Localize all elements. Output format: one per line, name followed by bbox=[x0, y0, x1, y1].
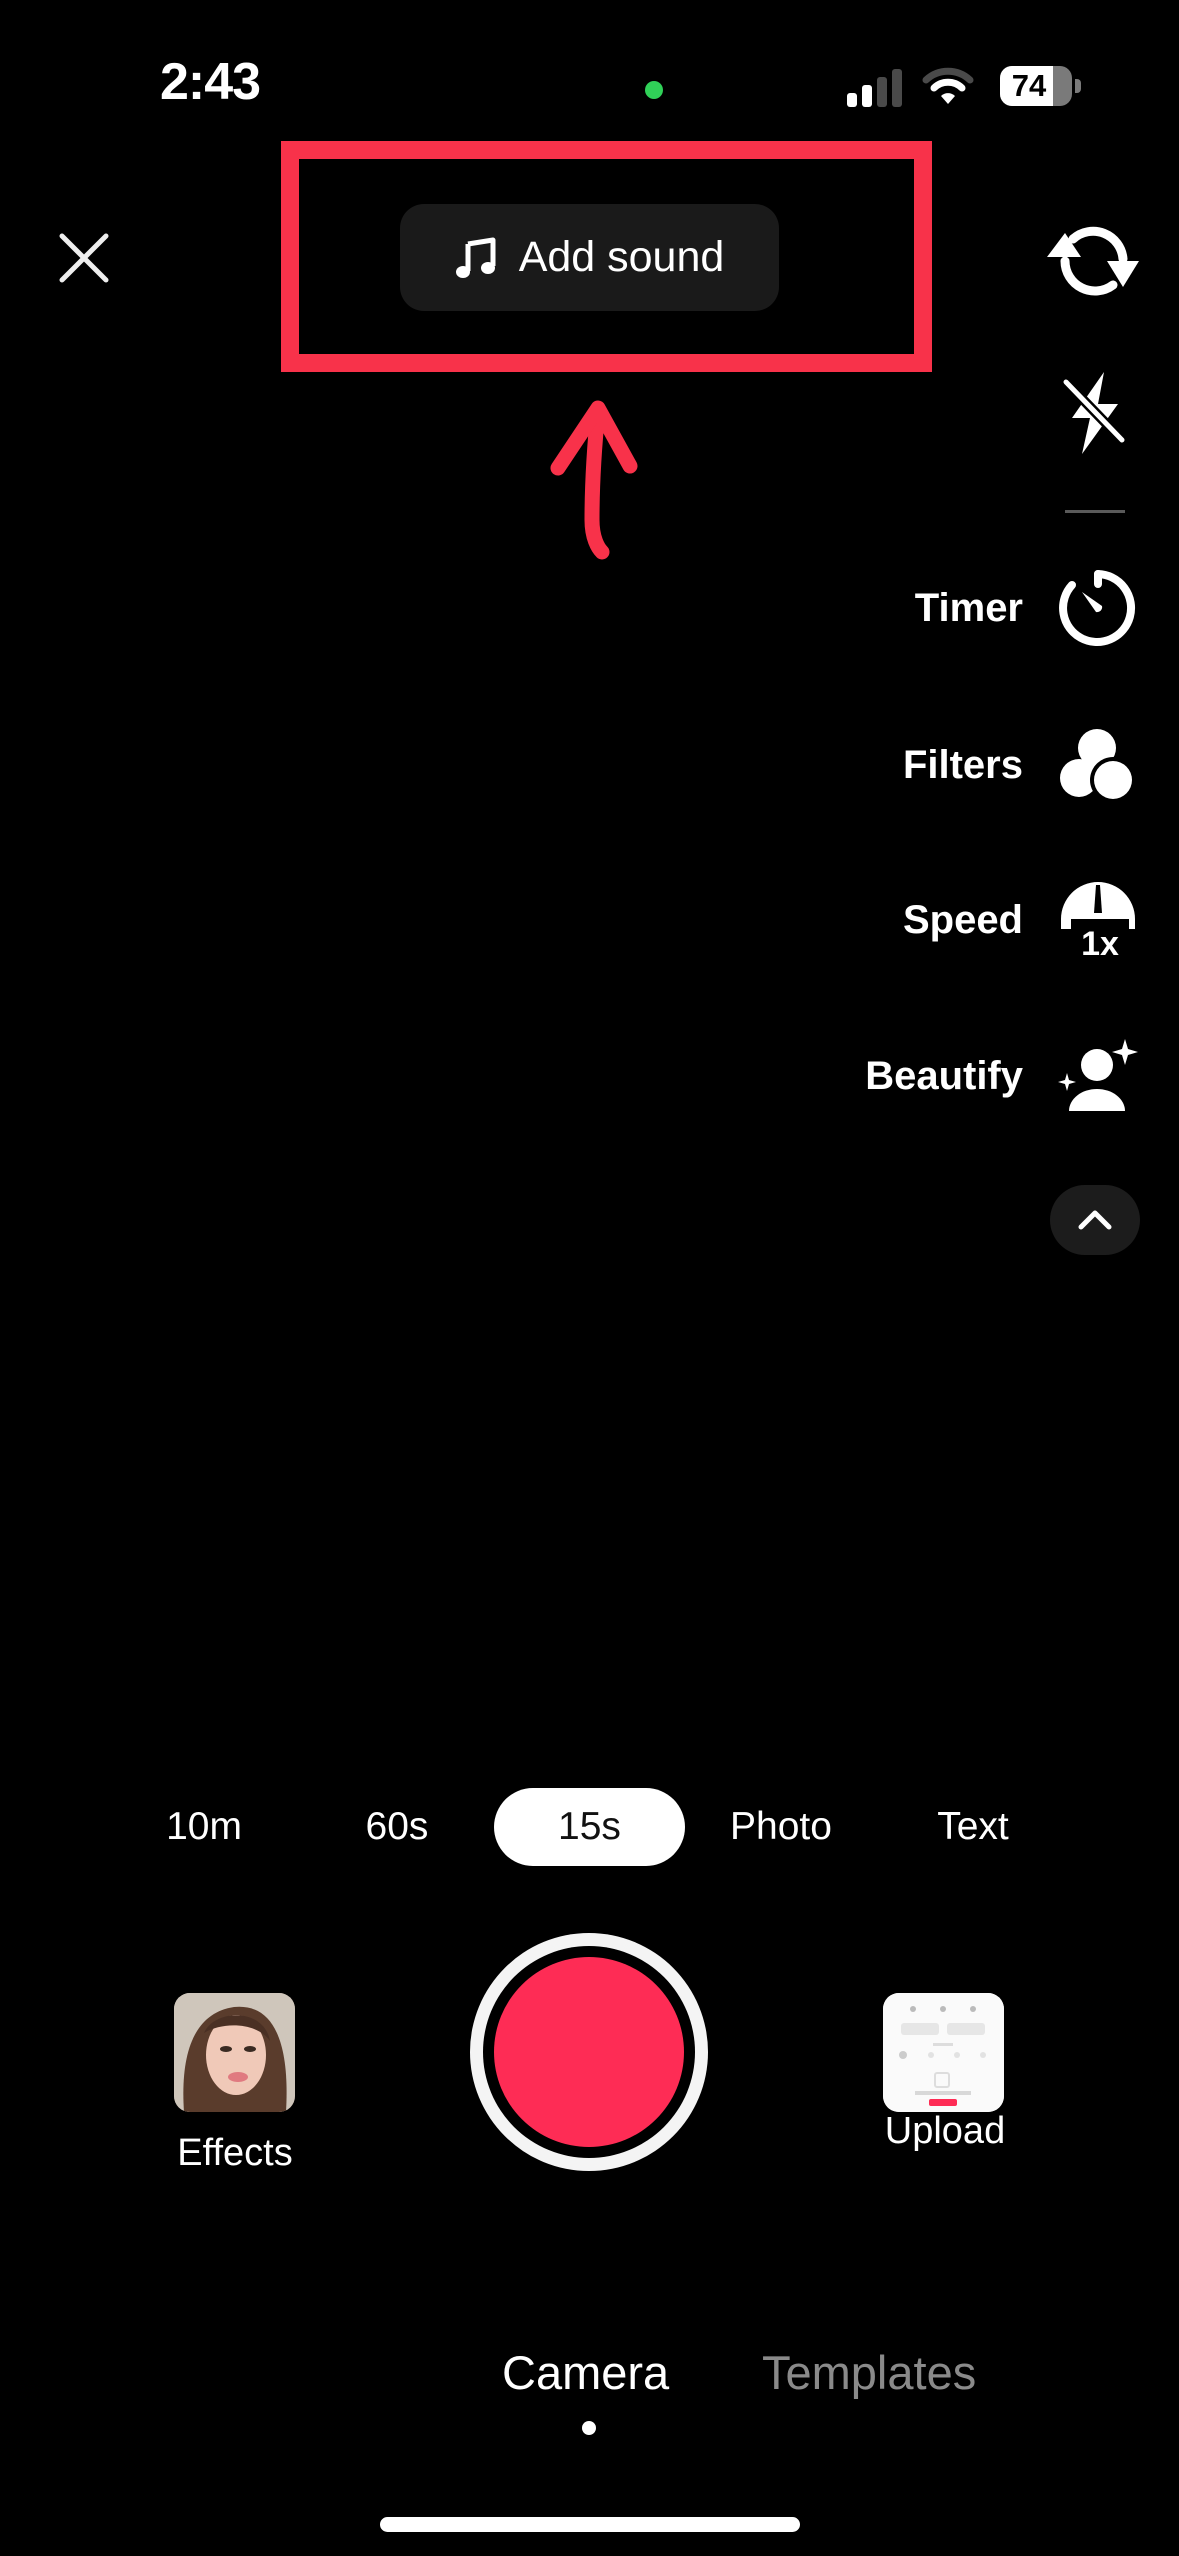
mode-60s[interactable]: 60s bbox=[335, 1788, 459, 1866]
signal-bar bbox=[847, 93, 857, 107]
music-note-icon bbox=[455, 237, 496, 278]
effects-button[interactable] bbox=[174, 1993, 295, 2112]
timer-label: Timer bbox=[914, 585, 1023, 630]
add-sound-label: Add sound bbox=[518, 233, 725, 281]
effects-thumbnail-image bbox=[174, 1993, 295, 2112]
tab-camera[interactable]: Camera bbox=[502, 2345, 669, 2400]
add-sound-button[interactable]: Add sound bbox=[400, 204, 779, 311]
close-button[interactable] bbox=[56, 230, 112, 286]
mode-photo[interactable]: Photo bbox=[708, 1788, 854, 1866]
toolbar-divider bbox=[1065, 510, 1125, 513]
wifi-arc-outer bbox=[922, 67, 974, 84]
speed-label: Speed bbox=[902, 897, 1023, 942]
signal-bar bbox=[892, 69, 902, 107]
status-time: 2:43 bbox=[160, 53, 261, 111]
home-indicator[interactable] bbox=[380, 2517, 800, 2532]
beautify-icon bbox=[1058, 1039, 1138, 1111]
flash-toggle-button[interactable] bbox=[1060, 370, 1128, 456]
timer-button[interactable]: Timer bbox=[579, 558, 1179, 658]
collapse-tools-button[interactable] bbox=[1050, 1185, 1140, 1255]
mode-10m[interactable]: 10m bbox=[142, 1788, 266, 1866]
wifi-icon bbox=[922, 67, 974, 104]
chevron-up-icon bbox=[1078, 1210, 1112, 1230]
filters-label: Filters bbox=[902, 742, 1023, 787]
record-button[interactable] bbox=[470, 1933, 708, 2171]
upload-button[interactable] bbox=[883, 1993, 1004, 2112]
tab-templates[interactable]: Templates bbox=[762, 2345, 976, 2400]
flash-off-icon bbox=[1062, 372, 1126, 454]
mode-15s[interactable]: 15s bbox=[494, 1788, 685, 1866]
filters-button[interactable]: Filters bbox=[579, 715, 1179, 815]
beautify-button[interactable]: Beautify bbox=[579, 1026, 1179, 1126]
signal-bar bbox=[877, 77, 887, 107]
upload-thumbnail-image bbox=[883, 1993, 1004, 2112]
effects-label: Effects bbox=[177, 2132, 293, 2174]
upload-label: Upload bbox=[884, 2110, 1006, 2152]
battery-indicator: 74 bbox=[1000, 66, 1082, 106]
filters-icon bbox=[1060, 729, 1136, 803]
mode-text[interactable]: Text bbox=[905, 1788, 1041, 1866]
record-button-core bbox=[494, 1957, 684, 2147]
wifi-arc-middle bbox=[930, 78, 966, 92]
battery-percent: 74 bbox=[1011, 68, 1047, 103]
wifi-arc-inner bbox=[941, 93, 955, 104]
privacy-indicator-dot bbox=[645, 81, 663, 99]
speed-icon: 1x bbox=[1061, 882, 1135, 961]
speed-button[interactable]: Speed 1x bbox=[579, 870, 1179, 970]
speed-badge: 1x bbox=[1081, 925, 1119, 961]
signal-bar bbox=[862, 85, 872, 107]
flip-camera-button[interactable] bbox=[1045, 215, 1141, 305]
active-tab-indicator bbox=[582, 2421, 596, 2435]
close-icon bbox=[59, 233, 109, 283]
annotation-arrow-icon bbox=[550, 400, 638, 560]
battery-nub bbox=[1075, 79, 1081, 93]
timer-icon bbox=[1059, 570, 1136, 646]
cellular-signal-icon bbox=[847, 69, 902, 107]
beautify-label: Beautify bbox=[865, 1053, 1023, 1098]
